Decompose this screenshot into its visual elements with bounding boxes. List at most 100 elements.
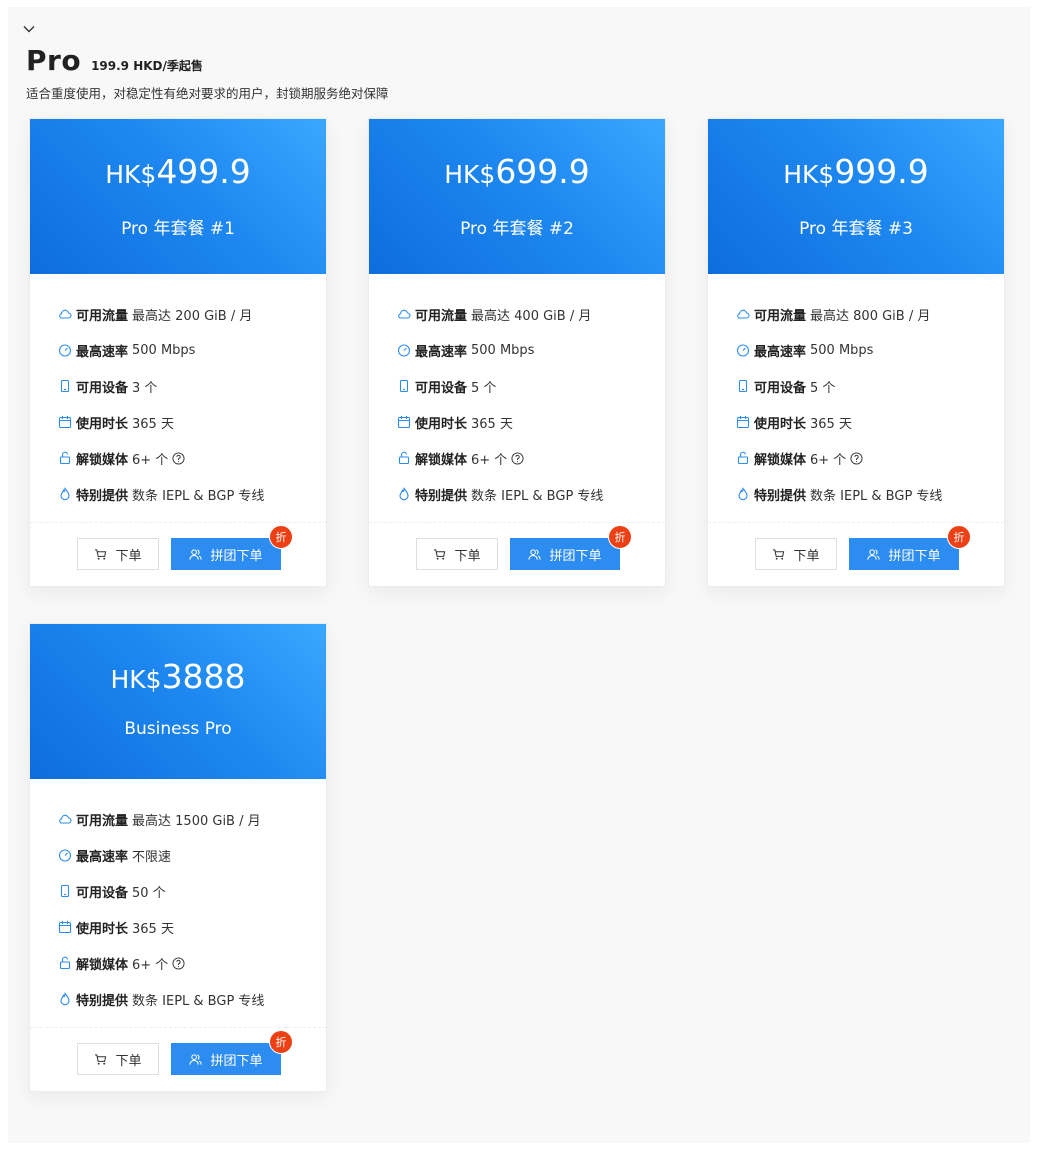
feature-traffic: 可用流量 最高达 200 GiB / 月: [58, 296, 326, 332]
plan-card-header: HK$699.9 Pro 年套餐 #2: [369, 119, 665, 274]
plan-name: Business Pro: [124, 719, 232, 739]
phone-icon: [60, 379, 70, 393]
cloud-icon: [398, 309, 411, 319]
feature-speed: 最高速率 500 Mbps: [58, 332, 326, 368]
feature-duration: 使用时长 365 天: [58, 404, 326, 440]
feature-devices: 可用设备 5 个: [736, 368, 1004, 404]
feature-media: 解锁媒体 6+ 个: [397, 440, 665, 476]
flame-icon: [738, 487, 748, 501]
feature-speed: 最高速率 500 Mbps: [736, 332, 1004, 368]
plan-card-footer: 下单 拼团下单 折: [708, 522, 1004, 588]
plan-card: HK$999.9 Pro 年套餐 #3 可用流量 最高达 800 GiB / 月 …: [707, 118, 1005, 587]
plan-features: 可用流量 最高达 400 GiB / 月 最高速率 500 Mbps 可用设备 5 个…: [369, 274, 665, 512]
flame-icon: [399, 487, 409, 501]
feature-media: 解锁媒体 6+ 个: [58, 440, 326, 476]
order-button[interactable]: 下单: [77, 1043, 159, 1075]
cart-icon: [95, 1053, 107, 1065]
phone-icon: [738, 379, 748, 393]
users-icon: [867, 548, 881, 560]
discount-badge: 折: [608, 525, 632, 549]
speedometer-icon: [58, 849, 72, 862]
order-button[interactable]: 下单: [416, 538, 498, 570]
group-order-button[interactable]: 拼团下单: [510, 538, 620, 570]
plan-card: HK$3888 Business Pro 可用流量 最高达 1500 GiB / …: [29, 623, 327, 1092]
users-icon: [189, 1053, 203, 1065]
phone-icon: [399, 379, 409, 393]
section-price-note: 199.9 HKD/季起售: [91, 59, 203, 73]
feature-traffic: 可用流量 最高达 400 GiB / 月: [397, 296, 665, 332]
plan-price: HK$499.9: [105, 152, 251, 191]
plan-card-header: HK$999.9 Pro 年套餐 #3: [708, 119, 1004, 274]
plan-card-header: HK$3888 Business Pro: [30, 624, 326, 779]
unlock-icon: [737, 451, 749, 465]
plan-price: HK$3888: [110, 657, 246, 696]
feature-media: 解锁媒体 6+ 个: [736, 440, 1004, 476]
cart-icon: [773, 548, 785, 560]
feature-traffic: 可用流量 最高达 800 GiB / 月: [736, 296, 1004, 332]
plan-card-footer: 下单 拼团下单 折: [369, 522, 665, 588]
plan-features: 可用流量 最高达 800 GiB / 月 最高速率 500 Mbps 可用设备 5 个…: [708, 274, 1004, 512]
discount-badge: 折: [269, 1030, 293, 1054]
calendar-icon: [397, 416, 411, 429]
users-icon: [189, 548, 203, 560]
speedometer-icon: [397, 344, 411, 357]
help-icon[interactable]: [172, 451, 185, 465]
speedometer-icon: [58, 344, 72, 357]
plan-name: Pro 年套餐 #3: [799, 219, 913, 239]
plan-card: HK$499.9 Pro 年套餐 #1 可用流量 最高达 200 GiB / 月 …: [29, 118, 327, 587]
plan-card: HK$699.9 Pro 年套餐 #2 可用流量 最高达 400 GiB / 月 …: [368, 118, 666, 587]
feature-duration: 使用时长 365 天: [397, 404, 665, 440]
cloud-icon: [59, 309, 72, 319]
speedometer-icon: [736, 344, 750, 357]
feature-speed: 最高速率 500 Mbps: [397, 332, 665, 368]
users-icon: [528, 548, 542, 560]
feature-special: 特别提供 数条 IEPL & BGP 专线: [58, 981, 326, 1017]
calendar-icon: [58, 921, 72, 934]
section-title: Pro: [26, 44, 82, 77]
discount-badge: 折: [269, 525, 293, 549]
plan-name: Pro 年套餐 #2: [460, 219, 574, 239]
plan-card-header: HK$499.9 Pro 年套餐 #1: [30, 119, 326, 274]
group-order-button[interactable]: 拼团下单: [171, 1043, 281, 1075]
plan-card-footer: 下单 拼团下单 折: [30, 1027, 326, 1093]
cloud-icon: [737, 309, 750, 319]
chevron-down-icon[interactable]: [22, 22, 36, 36]
calendar-icon: [58, 416, 72, 429]
plan-price: HK$699.9: [444, 152, 590, 191]
feature-traffic: 可用流量 最高达 1500 GiB / 月: [58, 801, 326, 837]
feature-devices: 可用设备 50 个: [58, 873, 326, 909]
cart-icon: [434, 548, 446, 560]
plan-name: Pro 年套餐 #1: [121, 219, 235, 239]
feature-speed: 最高速率 不限速: [58, 837, 326, 873]
cart-icon: [95, 548, 107, 560]
feature-media: 解锁媒体 6+ 个: [58, 945, 326, 981]
plan-features: 可用流量 最高达 200 GiB / 月 最高速率 500 Mbps 可用设备 3 个…: [30, 274, 326, 512]
plan-features: 可用流量 最高达 1500 GiB / 月 最高速率 不限速 可用设备 50 个 使用…: [30, 779, 326, 1017]
group-order-button[interactable]: 拼团下单: [171, 538, 281, 570]
order-button[interactable]: 下单: [77, 538, 159, 570]
phone-icon: [60, 884, 70, 898]
feature-devices: 可用设备 3 个: [58, 368, 326, 404]
feature-special: 特别提供 数条 IEPL & BGP 专线: [397, 476, 665, 512]
help-icon[interactable]: [172, 956, 185, 970]
plan-price: HK$999.9: [783, 152, 929, 191]
feature-devices: 可用设备 5 个: [397, 368, 665, 404]
section-subtitle: 适合重度使用，对稳定性有绝对要求的用户，封锁期服务绝对保障: [26, 86, 389, 101]
cloud-icon: [59, 814, 72, 824]
section-header: Pro 199.9 HKD/季起售: [26, 44, 203, 77]
unlock-icon: [59, 956, 71, 970]
feature-duration: 使用时长 365 天: [58, 909, 326, 945]
feature-duration: 使用时长 365 天: [736, 404, 1004, 440]
help-icon[interactable]: [850, 451, 863, 465]
calendar-icon: [736, 416, 750, 429]
order-button[interactable]: 下单: [755, 538, 837, 570]
feature-special: 特别提供 数条 IEPL & BGP 专线: [736, 476, 1004, 512]
feature-special: 特别提供 数条 IEPL & BGP 专线: [58, 476, 326, 512]
flame-icon: [60, 487, 70, 501]
help-icon[interactable]: [511, 451, 524, 465]
flame-icon: [60, 992, 70, 1006]
unlock-icon: [398, 451, 410, 465]
group-order-button[interactable]: 拼团下单: [849, 538, 959, 570]
discount-badge: 折: [947, 525, 971, 549]
unlock-icon: [59, 451, 71, 465]
